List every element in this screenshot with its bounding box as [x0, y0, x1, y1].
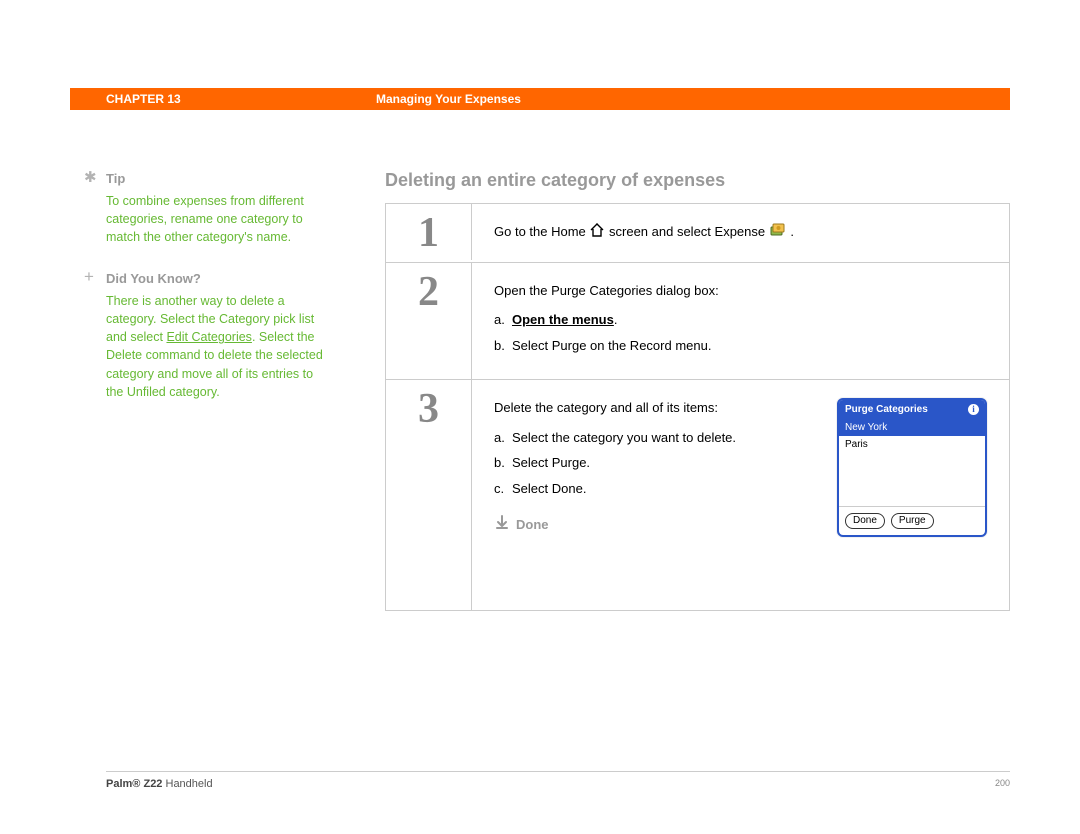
- substep-2a: a. Open the menus.: [494, 310, 987, 330]
- sub-letter: a.: [494, 428, 512, 448]
- step-2: 2 Open the Purge Categories dialog box: …: [386, 263, 1009, 380]
- sub-text: Select the category you want to delete.: [512, 428, 817, 448]
- step2-lead: Open the Purge Categories dialog box:: [494, 281, 987, 301]
- product-line: Palm® Z22 Handheld: [106, 778, 213, 790]
- home-icon: [589, 223, 605, 244]
- step2-substeps: a. Open the menus. b. Select Purge on th…: [494, 310, 987, 355]
- purge-button[interactable]: Purge: [891, 513, 934, 529]
- sub-letter: a.: [494, 310, 512, 330]
- plus-icon: +: [84, 268, 100, 284]
- sub-text: Select Done.: [512, 479, 817, 499]
- step1-text-c: .: [790, 224, 794, 239]
- done-arrow-icon: [494, 514, 510, 536]
- sub-letter: b.: [494, 453, 512, 473]
- step3-substeps: a. Select the category you want to delet…: [494, 428, 817, 499]
- page-heading: Deleting an entire category of expenses: [385, 170, 1010, 191]
- step-num-cell: 1: [386, 204, 472, 260]
- tip-heading: Tip: [106, 170, 326, 189]
- step-2-body: Open the Purge Categories dialog box: a.…: [472, 263, 1009, 380]
- step3-flex: Delete the category and all of its items…: [494, 398, 987, 537]
- substep-2b: b. Select Purge on the Record menu.: [494, 336, 987, 356]
- chapter-label: CHAPTER 13: [106, 92, 376, 106]
- done-label: Done: [516, 515, 549, 535]
- page-footer: Palm® Z22 Handheld 200: [106, 771, 1010, 790]
- category-list[interactable]: New York Paris: [839, 419, 985, 507]
- main-content: Deleting an entire category of expenses …: [385, 170, 1010, 611]
- edit-categories-link[interactable]: Edit Categories: [166, 330, 251, 344]
- model: Z22: [143, 778, 162, 790]
- tip-body: To combine expenses from different categ…: [106, 192, 326, 246]
- list-item[interactable]: Paris: [839, 436, 985, 453]
- dialog-buttons: Done Purge: [839, 507, 985, 535]
- substep-3c: c. Select Done.: [494, 479, 817, 499]
- step1-text-b: screen and select Expense: [609, 224, 769, 239]
- page-number: 200: [995, 778, 1010, 790]
- sub-text: Select Purge.: [512, 453, 817, 473]
- info-icon[interactable]: i: [968, 404, 979, 415]
- substep-3b: b. Select Purge.: [494, 453, 817, 473]
- step-3-body: Delete the category and all of its items…: [472, 380, 1009, 555]
- done-button[interactable]: Done: [845, 513, 885, 529]
- list-item[interactable]: New York: [839, 419, 985, 436]
- sidebar: ✱ Tip To combine expenses from different…: [106, 170, 326, 425]
- asterisk-icon: ✱: [84, 170, 100, 186]
- did-you-know-block: + Did You Know? There is another way to …: [106, 270, 326, 401]
- sub-letter: b.: [494, 336, 512, 356]
- suffix: Handheld: [166, 778, 213, 790]
- sub-text: Open the menus.: [512, 310, 987, 330]
- step-3: 3 Delete the category and all of its ite…: [386, 380, 1009, 610]
- chapter-title: Managing Your Expenses: [376, 92, 521, 106]
- expense-icon: [769, 222, 787, 244]
- tip-block: ✱ Tip To combine expenses from different…: [106, 170, 326, 246]
- dialog-title: Purge Categories: [845, 402, 928, 417]
- step3-text: Delete the category and all of its items…: [494, 398, 817, 537]
- step-number: 1: [418, 212, 439, 254]
- sub-letter: c.: [494, 479, 512, 499]
- substep-3a: a. Select the category you want to delet…: [494, 428, 817, 448]
- done-row: Done: [494, 514, 817, 536]
- step-1: 1 Go to the Home screen and select Expen…: [386, 204, 1009, 262]
- step-number: 2: [418, 271, 439, 313]
- dialog-titlebar: Purge Categories i: [839, 400, 985, 419]
- step-num-cell: 2: [386, 263, 472, 379]
- step1-text-a: Go to the Home: [494, 224, 589, 239]
- sub-a-after: .: [614, 312, 618, 327]
- chapter-header: CHAPTER 13 Managing Your Expenses: [70, 88, 1010, 110]
- steps-box: 1 Go to the Home screen and select Expen…: [385, 203, 1010, 611]
- dyk-body: There is another way to delete a categor…: [106, 292, 326, 401]
- step-num-cell: 3: [386, 380, 472, 610]
- dyk-heading: Did You Know?: [106, 270, 326, 289]
- step-number: 3: [418, 388, 439, 430]
- brand: Palm®: [106, 778, 140, 790]
- sub-text: Select Purge on the Record menu.: [512, 336, 987, 356]
- step3-lead: Delete the category and all of its items…: [494, 398, 817, 418]
- purge-categories-dialog: Purge Categories i New York Paris Done P…: [837, 398, 987, 537]
- open-menus-link[interactable]: Open the menus: [512, 312, 614, 327]
- step-1-body: Go to the Home screen and select Expense…: [472, 204, 1009, 262]
